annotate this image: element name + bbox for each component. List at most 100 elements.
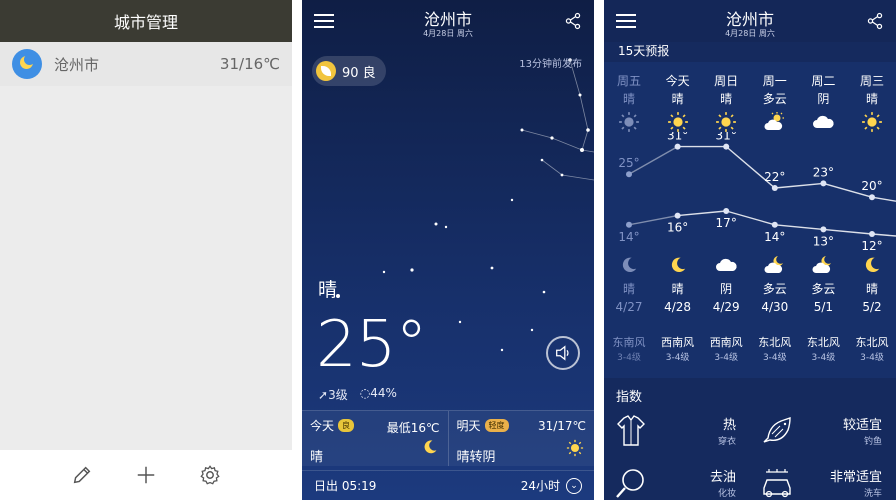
speaker-button[interactable] [546, 336, 580, 370]
partly-cloudy-night-icon [751, 254, 799, 276]
city-name: 沧州市 [54, 55, 100, 74]
tomorrow-forecast[interactable]: 明天 轻度 31/17℃ 晴转阴 [447, 411, 595, 466]
wind-level: ➚3级 [318, 386, 348, 403]
data-label: 23° [813, 165, 834, 179]
forecast-day-column[interactable]: 今天晴晴 4/28 西南风 3-4级 [654, 72, 702, 363]
forecast-wind-direction: 西南风 [661, 336, 695, 349]
sunrise-bar: 日出 05:19 24小时 ⌄ [302, 470, 594, 500]
aqi-value: 90 良 [342, 65, 376, 81]
humidity-text: 44% [370, 386, 397, 400]
forecast-day-column[interactable]: 周二阴多云 5/1 东北风 3-4级 [799, 72, 847, 363]
city-list-item[interactable]: 沧州市 31/16℃ [0, 42, 292, 86]
plus-icon[interactable] [135, 464, 157, 486]
series-point [771, 221, 778, 228]
forecast-wind-level: 3-4级 [762, 353, 787, 363]
series-point [626, 221, 632, 228]
index-carwash-label: 洗车 [863, 489, 882, 499]
data-label: 25° [618, 156, 639, 170]
index-clothing-label: 穿衣 [717, 437, 736, 447]
series-segment [871, 196, 896, 202]
forecast-wind-direction: 西南风 [709, 336, 743, 349]
share-icon[interactable] [866, 12, 884, 30]
hourly-toggle[interactable]: 24小时 ⌄ [521, 477, 582, 494]
forecast-day-column[interactable]: 周三晴晴 5/2 东北风 3-4级 [848, 72, 896, 363]
forecast-date: 5/1 [813, 300, 834, 314]
data-label: 31° [667, 132, 688, 143]
series-segment [774, 224, 824, 231]
today-low: 最低16℃ [386, 421, 440, 435]
index-makeup-label: 化妆 [717, 489, 736, 499]
series-point [626, 171, 632, 178]
hourly-label: 24小时 [520, 479, 560, 493]
city-management-screen: 城市管理 沧州市 31/16℃ [0, 0, 292, 500]
forecast-wind-direction: 东北风 [806, 336, 840, 349]
data-label: 13° [813, 234, 834, 248]
forecast-wind-direction: 东北风 [855, 336, 889, 349]
two-day-forecast: 今天良 最低16℃ 晴 明天 轻度 31/17℃ 晴转阴 [302, 410, 594, 466]
fish-icon [763, 417, 791, 443]
moon-icon [12, 49, 42, 79]
forecast-day-column[interactable]: 周日晴阴 4/29 西南风 3-4级 [702, 72, 750, 363]
fifteen-day-forecast[interactable]: 周五晴晴 4/27 东南风 3-4级 今天晴晴 4/28 西南风 3-4级 周日晴阴 4/29 西南… [604, 62, 896, 378]
series-point [674, 143, 681, 150]
forecast-night-weather: 晴 [865, 282, 878, 296]
forecast-wind-level: 3-4级 [860, 353, 884, 363]
forecast-subtitle: 15天预报 [618, 44, 670, 58]
data-label: 22° [764, 170, 785, 184]
forecast-day-weather: 阴 [817, 92, 830, 106]
series-point [820, 226, 827, 233]
aqi-badge[interactable]: 90 良 [312, 56, 386, 86]
data-label: 14° [764, 230, 785, 244]
forecast-day-column[interactable]: 周一 多云 多云 4/30 东北风 3-4级 [751, 72, 799, 363]
series-point [771, 185, 778, 191]
forecast-wind-direction: 东北风 [758, 336, 792, 349]
wind-humidity-row: ➚3级 ◌44% [318, 386, 397, 403]
forecast-day-column[interactable]: 周五晴晴 4/27 东南风 3-4级 [605, 72, 653, 363]
forecast-wind-direction: 东南风 [612, 336, 646, 349]
forecast-wind-level: 3-4级 [617, 353, 641, 363]
forecast-day-weather: 多云 [762, 92, 787, 106]
series-point [723, 208, 730, 214]
pencil-icon[interactable] [71, 464, 93, 486]
data-label: 14° [618, 230, 639, 244]
index-makeup[interactable]: 去油 化妆 [604, 460, 750, 500]
data-label: 16° [667, 221, 688, 235]
droplet-icon: ◌ [359, 386, 371, 400]
current-weather-screen: 沧州市 4月28日 周六 90 良 13分钟前发布 晴 25° ➚3级 ◌44%… [302, 0, 594, 500]
moon-icon [424, 440, 436, 454]
series-segment [871, 233, 896, 237]
series-point [869, 231, 875, 237]
temperature-chart: 25° 31° 31° 22° 23° 20° 14° 16° 17° 14° 13° 12° [618, 132, 896, 252]
forecast-day: 今天 [665, 74, 690, 88]
sun-icon [566, 439, 584, 457]
city-temp: 31/16℃ [219, 55, 280, 73]
forecast-day-weather: 晴 [865, 92, 878, 106]
tomorrow-label: 明天 [456, 419, 481, 433]
forecast-day: 周五 [616, 74, 641, 88]
index-carwash[interactable]: 非常适宜 洗车 [750, 460, 896, 500]
moon-icon [605, 254, 653, 276]
humidity: ◌44% [360, 386, 397, 403]
series-point [723, 143, 730, 150]
gear-icon[interactable] [199, 464, 221, 486]
today-forecast[interactable]: 今天良 最低16℃ 晴 [302, 411, 448, 466]
index-fishing[interactable]: 较适宜 钓鱼 [750, 408, 896, 454]
forecast-night-weather: 晴 [622, 282, 635, 296]
share-icon[interactable] [564, 12, 582, 30]
published-time: 13分钟前发布 [519, 59, 582, 70]
date-text: 4月28日 周六 [725, 29, 775, 38]
series-segment [774, 182, 824, 189]
city-title[interactable]: 沧州市 [302, 6, 594, 30]
magnifier-icon [616, 469, 644, 498]
data-label: 31° [716, 132, 737, 143]
forecast-date: 4/28 [664, 300, 692, 314]
index-clothing[interactable]: 热 穿衣 [604, 408, 750, 454]
data-label: 20° [861, 179, 882, 193]
today-aqi-badge: 良 [338, 419, 355, 432]
forecast-wind-level: 3-4级 [714, 353, 739, 363]
forecast-date: 4/27 [615, 300, 643, 314]
moon-icon [848, 254, 896, 276]
forecast-day-weather: 晴 [720, 92, 733, 106]
city-title[interactable]: 沧州市 [604, 6, 896, 30]
shirt-icon [617, 415, 645, 446]
